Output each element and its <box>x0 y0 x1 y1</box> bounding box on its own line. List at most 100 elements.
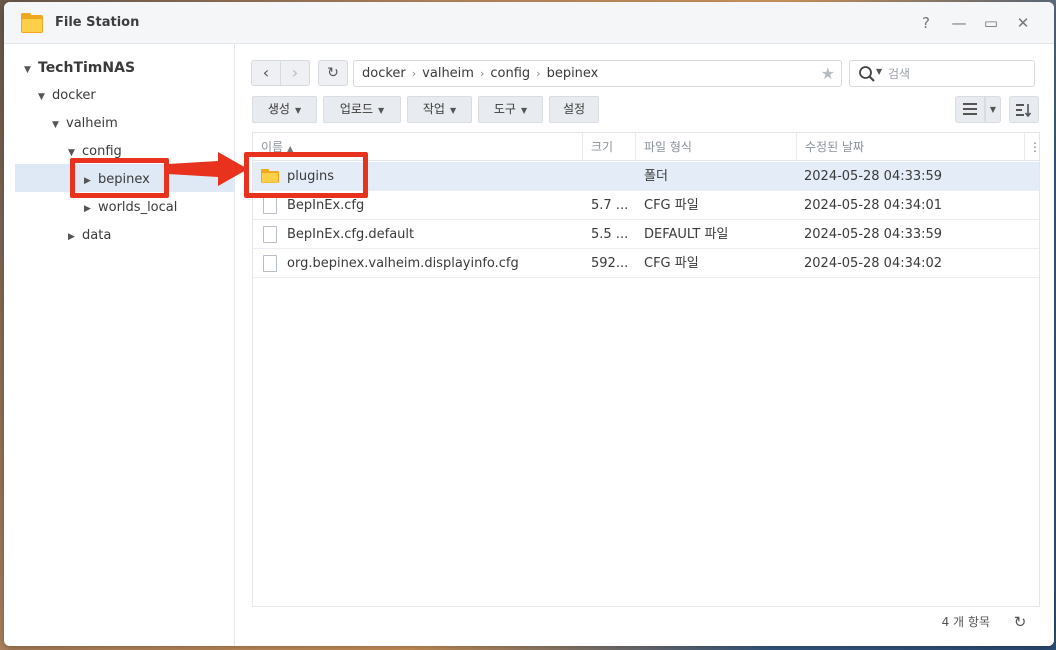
breadcrumb-separator-icon: › <box>536 67 541 80</box>
tree-item-data[interactable]: ▶ data <box>68 223 111 249</box>
file-modified: 2024-05-28 04:33:59 <box>804 169 943 184</box>
app-title: File Station <box>55 15 140 30</box>
help-button[interactable]: ? <box>915 12 937 34</box>
search-box[interactable]: ▼ <box>849 60 1035 87</box>
breadcrumb-item[interactable]: docker <box>362 66 406 81</box>
tools-button-label: 도구 <box>493 102 516 116</box>
file-size <box>591 162 635 191</box>
tree-item-docker[interactable]: ▼ docker <box>38 83 96 109</box>
settings-button-label: 설정 <box>562 102 586 116</box>
title-bar: File Station ? — ▭ ✕ <box>4 2 1054 44</box>
breadcrumb-item[interactable]: config <box>490 66 530 81</box>
column-options-button[interactable]: ⋮ <box>1025 133 1041 161</box>
tree-item-label: worlds_local <box>98 200 178 215</box>
tree-item-label: docker <box>52 88 96 103</box>
sort-icon <box>1016 104 1032 118</box>
create-button[interactable]: 생성 ▼ <box>252 96 317 123</box>
file-icon <box>263 255 277 272</box>
search-icon[interactable] <box>858 65 876 83</box>
file-size: 5.5 ... <box>591 227 629 242</box>
tree-item-label: valheim <box>66 116 118 131</box>
file-type: CFG 파일 <box>644 198 699 213</box>
caret-down-icon: ▼ <box>38 92 45 102</box>
annotation-box-plugins <box>244 152 368 198</box>
star-icon[interactable]: ★ <box>821 61 835 86</box>
tree-item-label: TechTimNAS <box>38 60 136 76</box>
tree-item-techtimnas[interactable]: ▼ TechTimNAS <box>24 55 135 81</box>
breadcrumb-separator-icon: › <box>411 67 417 80</box>
file-type: CFG 파일 <box>644 256 699 271</box>
tree-item-worlds-local[interactable]: ▶ worlds_local <box>84 195 177 221</box>
back-button[interactable]: ‹ <box>251 60 281 86</box>
item-count: 4 개 항목 <box>941 615 990 629</box>
caret-right-icon: ▶ <box>84 204 91 214</box>
file-icon <box>263 197 277 214</box>
tree-item-label: config <box>82 144 122 159</box>
file-modified: 2024-05-28 04:34:02 <box>804 256 943 271</box>
refresh-button[interactable]: ↻ <box>318 60 348 86</box>
caret-down-icon: ▼ <box>24 65 31 75</box>
minimize-button[interactable]: — <box>948 12 970 34</box>
breadcrumb-item[interactable]: bepinex <box>547 66 599 81</box>
forward-button[interactable]: › <box>280 60 310 86</box>
refresh-icon: ↻ <box>327 65 339 81</box>
annotation-arrow-icon <box>168 152 248 186</box>
chevron-right-icon: › <box>291 63 299 82</box>
file-modified: 2024-05-28 04:33:59 <box>804 227 943 242</box>
create-button-label: 생성 <box>267 102 290 116</box>
upload-button-label: 업로드 <box>339 102 373 116</box>
table-row[interactable]: BepInEx.cfg 5.7 ... CFG 파일 2024-05-28 04… <box>253 191 1039 220</box>
upload-button[interactable]: 업로드 ▼ <box>323 96 401 123</box>
folder-tree-sidebar: ▼ TechTimNAS ▼ docker ▼ valheim ▼ config ▶ be… <box>4 44 235 646</box>
table-row[interactable]: plugins 폴더 2024-05-28 04:33:59 <box>253 162 1039 191</box>
file-station-app-icon <box>21 13 43 33</box>
view-options-dropdown[interactable]: ▼ <box>985 96 1001 123</box>
path-bar[interactable]: docker › valheim › config › bepinex ★ <box>353 60 842 87</box>
file-size: 5.7 ... <box>591 198 629 213</box>
caret-down-icon: ▼ <box>989 105 997 114</box>
column-header-size[interactable]: 크기 <box>583 133 636 161</box>
file-type: 폴더 <box>644 169 668 184</box>
file-type: DEFAULT 파일 <box>644 227 729 242</box>
caret-down-icon[interactable]: ▼ <box>876 67 882 76</box>
maximize-button[interactable]: ▭ <box>980 12 1002 34</box>
caret-right-icon: ▶ <box>68 232 75 242</box>
close-button[interactable]: ✕ <box>1012 12 1034 34</box>
more-vertical-icon: ⋮ <box>1029 140 1041 154</box>
list-icon <box>963 103 977 115</box>
file-modified: 2024-05-28 04:34:01 <box>804 198 943 213</box>
annotation-box-bepinex <box>70 158 169 198</box>
tree-item-valheim[interactable]: ▼ valheim <box>52 111 118 137</box>
settings-button[interactable]: 설정 <box>549 96 599 123</box>
column-header-modified[interactable]: 수정된 날짜 <box>797 133 1025 161</box>
caret-down-icon: ▼ <box>520 106 528 115</box>
sort-button[interactable] <box>1009 96 1039 123</box>
table-row[interactable]: org.bepinex.valheim.displayinfo.cfg 592.… <box>253 249 1039 278</box>
column-header-type[interactable]: 파일 형식 <box>636 133 797 161</box>
column-header-label: 수정된 날짜 <box>805 140 865 154</box>
status-bar: 4 개 항목 ↻ <box>252 606 1040 636</box>
action-button[interactable]: 작업 ▼ <box>407 96 472 123</box>
chevron-left-icon: ‹ <box>262 63 270 82</box>
file-name: org.bepinex.valheim.displayinfo.cfg <box>287 256 519 271</box>
main-panel: ‹ › ↻ docker › valheim › config › bepinex ★ ▼ … <box>236 44 1054 646</box>
file-icon <box>263 226 277 243</box>
file-list-table: 이름 ▲ 크기 파일 형식 수정된 날짜 ⋮ plugins 폴더 2024-0… <box>252 132 1041 636</box>
table-header: 이름 ▲ 크기 파일 형식 수정된 날짜 ⋮ <box>253 133 1041 161</box>
search-input[interactable] <box>888 64 1028 83</box>
refresh-icon[interactable]: ↻ <box>1010 612 1030 632</box>
caret-down-icon: ▼ <box>52 120 59 130</box>
caret-down-icon: ▼ <box>377 106 385 115</box>
breadcrumb-separator-icon: › <box>479 67 485 80</box>
breadcrumb-item[interactable]: valheim <box>422 66 474 81</box>
tree-item-label: data <box>82 228 112 243</box>
tools-button[interactable]: 도구 ▼ <box>478 96 543 123</box>
column-header-label: 크기 <box>591 140 614 154</box>
action-button-label: 작업 <box>422 102 445 116</box>
list-view-button[interactable] <box>955 96 985 123</box>
column-header-label: 파일 형식 <box>644 140 692 154</box>
file-station-window: File Station ? — ▭ ✕ ▼ TechTimNAS ▼ docker… <box>4 2 1054 646</box>
file-name: BepInEx.cfg.default <box>287 227 415 242</box>
file-size: 592... <box>591 256 629 271</box>
table-row[interactable]: BepInEx.cfg.default 5.5 ... DEFAULT 파일 2… <box>253 220 1039 249</box>
